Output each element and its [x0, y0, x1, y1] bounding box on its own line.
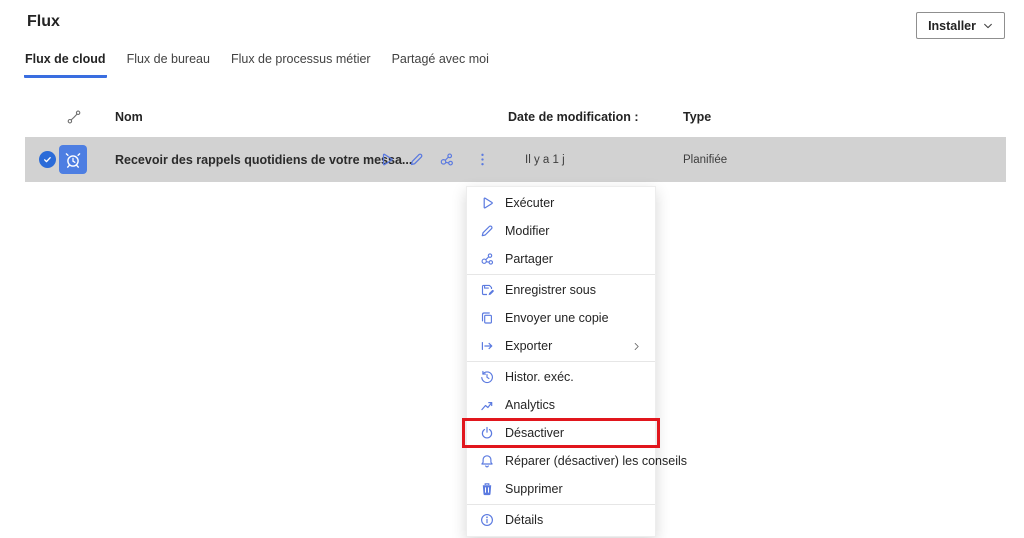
- pencil-icon[interactable]: [408, 151, 425, 168]
- row-checkbox-checked[interactable]: [39, 151, 56, 168]
- column-header-nom: Nom: [115, 110, 143, 124]
- table-row[interactable]: Recevoir des rappels quotidiens de votre…: [25, 137, 1006, 182]
- flow-type: Planifiée: [683, 137, 727, 182]
- menu-item-enregistrer-sous[interactable]: Enregistrer sous: [467, 276, 655, 304]
- menu-item-analytics[interactable]: Analytics: [467, 391, 655, 419]
- menu-item-label: Exécuter: [505, 196, 554, 210]
- menu-item-executer[interactable]: Exécuter: [467, 189, 655, 217]
- menu-item-reparer-conseils[interactable]: Réparer (désactiver) les conseils: [467, 447, 655, 475]
- power-automate-flows-page: Flux Installer Flux de cloud Flux de bur…: [0, 0, 1024, 538]
- menu-item-label: Réparer (désactiver) les conseils: [505, 454, 687, 468]
- export-icon: [479, 338, 495, 354]
- info-icon: [479, 512, 495, 528]
- chevron-down-icon: [983, 21, 993, 31]
- menu-item-histor-exec[interactable]: Histor. exéc.: [467, 363, 655, 391]
- power-icon: [479, 425, 495, 441]
- trash-icon: [479, 481, 495, 497]
- menu-item-supprimer[interactable]: Supprimer: [467, 475, 655, 503]
- copy-icon: [479, 310, 495, 326]
- play-icon[interactable]: [378, 151, 395, 168]
- page-title: Flux: [27, 13, 60, 31]
- flow-connector-icon: [66, 109, 82, 125]
- context-menu: Exécuter Modifier Partager: [466, 186, 656, 537]
- chevron-right-icon: [631, 340, 643, 352]
- menu-item-desactiver[interactable]: Désactiver: [467, 419, 655, 447]
- flow-modified-date: Il y a 1 j: [525, 137, 565, 182]
- bell-icon: [479, 453, 495, 469]
- install-button-label: Installer: [928, 19, 976, 33]
- menu-item-exporter[interactable]: Exporter: [467, 332, 655, 360]
- tab-partage-avec-moi[interactable]: Partagé avec moi: [391, 48, 490, 78]
- menu-divider: [467, 504, 655, 505]
- alarm-clock-icon: [59, 145, 87, 174]
- menu-item-label: Histor. exéc.: [505, 370, 574, 384]
- menu-divider: [467, 361, 655, 362]
- install-button[interactable]: Installer: [916, 12, 1005, 39]
- menu-item-label: Partager: [505, 252, 553, 266]
- menu-item-label: Détails: [505, 513, 543, 527]
- save-as-icon: [479, 282, 495, 298]
- menu-item-details[interactable]: Détails: [467, 506, 655, 534]
- menu-item-label: Désactiver: [505, 426, 564, 440]
- tab-bar: Flux de cloud Flux de bureau Flux de pro…: [24, 48, 490, 78]
- menu-item-label: Envoyer une copie: [505, 311, 609, 325]
- menu-item-envoyer-une-copie[interactable]: Envoyer une copie: [467, 304, 655, 332]
- pencil-icon: [479, 223, 495, 239]
- tab-flux-de-processus-metier[interactable]: Flux de processus métier: [230, 48, 372, 78]
- menu-divider: [467, 274, 655, 275]
- column-header-type: Type: [683, 110, 711, 124]
- menu-item-label: Exporter: [505, 339, 552, 353]
- share-icon: [479, 251, 495, 267]
- menu-item-label: Supprimer: [505, 482, 563, 496]
- column-header-date-modification: Date de modification :: [508, 110, 639, 124]
- menu-item-partager[interactable]: Partager: [467, 245, 655, 273]
- menu-item-label: Modifier: [505, 224, 549, 238]
- analytics-icon: [479, 397, 495, 413]
- play-icon: [479, 195, 495, 211]
- flow-name: Recevoir des rappels quotidiens de votre…: [115, 137, 375, 182]
- more-vertical-icon[interactable]: [474, 151, 491, 168]
- menu-item-label: Enregistrer sous: [505, 283, 596, 297]
- tab-flux-de-cloud[interactable]: Flux de cloud: [24, 48, 107, 78]
- tab-flux-de-bureau[interactable]: Flux de bureau: [126, 48, 211, 78]
- menu-item-label: Analytics: [505, 398, 555, 412]
- history-icon: [479, 369, 495, 385]
- menu-item-modifier[interactable]: Modifier: [467, 217, 655, 245]
- share-icon[interactable]: [438, 151, 455, 168]
- table-header: Nom Date de modification : Type: [25, 100, 1006, 137]
